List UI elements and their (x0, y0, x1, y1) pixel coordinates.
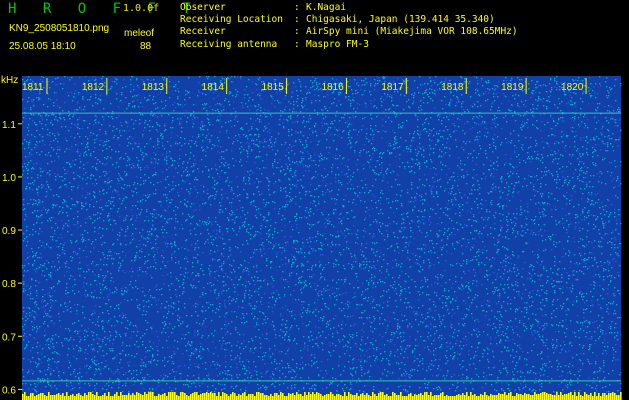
station-key: Receiving Location (180, 14, 283, 26)
x-tick-label: 1812 (82, 82, 105, 93)
station-key: Receiving antenna (180, 38, 278, 50)
x-tick-label: 1814 (202, 82, 225, 93)
x-tick-label: 1819 (501, 82, 524, 93)
y-tick-label: 0.6 (2, 385, 16, 396)
y-tick-label: 1.1 (2, 120, 16, 131)
x-tick-label: 1811 (22, 82, 44, 93)
header-panel: H R O F F T 1.0.0f KN9_2508051810.png me… (0, 0, 629, 76)
station-value: K.Nagai (306, 2, 347, 13)
spectrogram: 1811 1812 1813 1814 1815 1816 1817 1818 1819 1820… (2, 76, 622, 400)
station-value: Chigasaki, Japan (139.414 35.340) (306, 14, 495, 26)
station-row: Receiving antenna: Maspro FM-3 (180, 38, 369, 50)
x-tick-label: 1816 (321, 82, 344, 93)
station-info: Observer: K.Nagai Receiving Location: Chig… (180, 2, 518, 51)
station-value: AirSpy mini (Miakejima VOR 108.65MHz) (306, 26, 518, 38)
capture-datetime: 25.08.05 18:10 (9, 41, 76, 52)
x-tick-label: 1817 (381, 82, 404, 93)
station-key: Receiver (180, 26, 226, 38)
station-key: Observer (180, 2, 226, 13)
y-tick-label: 0.9 (2, 226, 16, 237)
x-tick-label: 1818 (441, 82, 464, 93)
x-tick-label: 1820 (561, 82, 584, 93)
station-row: Observer: K.Nagai (180, 2, 347, 13)
y-tick-label: 0.7 (2, 332, 16, 343)
station-row: Receiving Location: Chigasaki, Japan (139… (180, 14, 495, 26)
x-tick-label: 1815 (262, 82, 285, 93)
file-name: KN9_2508051810.png (9, 23, 110, 34)
station-value: Maspro FM-3 (306, 38, 369, 50)
frequency-axis: 1.1 1.0 0.9 0.8 0.7 0.6 (2, 120, 22, 396)
app-brand: H R O F F T (8, 1, 200, 17)
y-tick-label: 1.0 (2, 173, 16, 184)
count-value: 88 (140, 41, 152, 52)
app-version: 1.0.0f (123, 3, 160, 14)
mode-label: meleof (124, 28, 155, 39)
y-tick-label: 0.8 (2, 279, 16, 290)
station-row: Receiver: AirSpy mini (Miakejima VOR 108.… (180, 26, 518, 38)
x-tick-label: 1813 (142, 82, 165, 93)
